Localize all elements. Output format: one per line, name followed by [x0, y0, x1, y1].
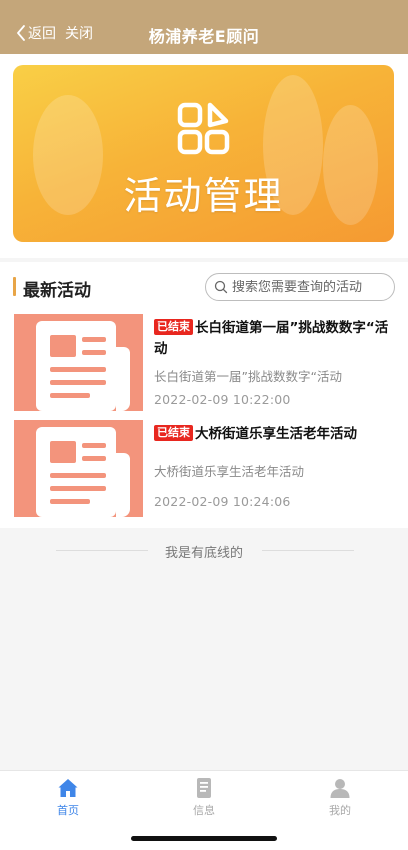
newspaper-icon	[36, 321, 130, 411]
page-title: 杨浦养老E顾问	[148, 27, 260, 46]
tab-mine-label: 我的	[329, 804, 351, 817]
end-of-list-divider: 我是有底线的	[0, 540, 408, 561]
activity-title: 已结束 大桥街道乐享生活老年活动	[154, 424, 390, 445]
home-indicator	[131, 836, 277, 841]
newspaper-icon	[36, 427, 130, 517]
activity-thumbnail	[14, 420, 143, 517]
activity-search[interactable]	[205, 273, 395, 301]
activity-time: 2022-02-09 10:24:06	[154, 494, 291, 509]
section-header: 最新活动	[0, 262, 408, 312]
home-icon	[58, 779, 78, 797]
search-input[interactable]	[232, 279, 392, 295]
activity-banner: 活动管理	[13, 65, 394, 242]
activity-title-text: 大桥街道乐享生活老年活动	[195, 426, 357, 442]
grid-logo-icon	[177, 102, 230, 155]
section-title: 最新活动	[23, 281, 91, 301]
document-icon	[197, 778, 211, 798]
nav-header: 返回 关闭 杨浦养老E顾问	[0, 0, 408, 54]
activity-title: 已结束 长白街道第一届”挑战数数字“活动	[154, 318, 390, 360]
tab-home[interactable]: 首页	[38, 777, 98, 818]
search-icon	[214, 280, 228, 294]
banner-title: 活动管理	[123, 174, 284, 218]
tab-info-label: 信息	[193, 804, 215, 817]
activity-item[interactable]: 已结束 长白街道第一届”挑战数数字“活动 长白街道第一届”挑战数数字“活动 202…	[0, 314, 408, 418]
tab-mine[interactable]: 我的	[310, 777, 370, 818]
end-of-list-text: 我是有底线的	[164, 546, 243, 561]
activity-item[interactable]: 已结束 大桥街道乐享生活老年活动 大桥街道乐享生活老年活动 2022-02-09 …	[0, 420, 408, 524]
activity-thumbnail	[14, 314, 143, 411]
user-icon	[330, 779, 350, 798]
tab-info[interactable]: 信息	[174, 777, 234, 818]
section-accent-bar	[13, 277, 16, 296]
divider-line	[262, 550, 354, 551]
activity-desc: 长白街道第一届”挑战数数字“活动	[154, 369, 342, 384]
activity-desc: 大桥街道乐享生活老年活动	[154, 464, 305, 479]
tab-home-label: 首页	[57, 804, 79, 817]
status-badge: 已结束	[154, 319, 193, 335]
banner-area: 活动管理	[0, 54, 408, 258]
latest-activities-section: 最新活动 已结束长白街道第一届”挑战数数字“活动 长白街道第一届”挑战数数字“活…	[0, 262, 408, 528]
activity-time: 2022-02-09 10:22:00	[154, 392, 291, 407]
status-badge: 已结束	[154, 425, 193, 441]
